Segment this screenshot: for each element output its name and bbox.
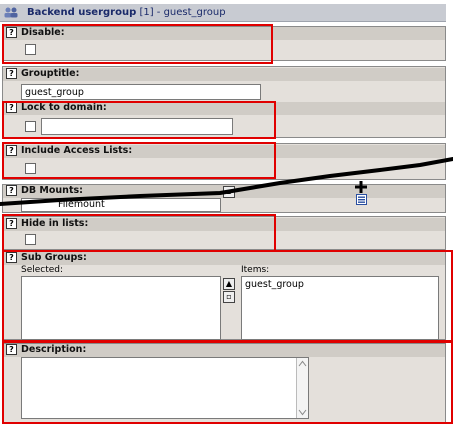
- selected-label: Selected:: [21, 265, 64, 275]
- disable-label: Disable:: [21, 27, 65, 38]
- record-title: Backend usergroup [1] - guest_group: [27, 7, 226, 18]
- include-access-lists-section: ? Include Access Lists:: [2, 143, 446, 180]
- lock-to-domain-header: ? Lock to domain:: [3, 102, 445, 115]
- scroll-down-icon[interactable]: [298, 409, 307, 416]
- help-icon[interactable]: ?: [6, 344, 17, 355]
- include-access-lists-header: ? Include Access Lists:: [3, 145, 445, 158]
- lock-to-domain-label: Lock to domain:: [21, 102, 107, 113]
- usergroup-icon: [4, 7, 18, 18]
- hide-in-lists-checkbox[interactable]: [25, 234, 36, 245]
- description-label: Description:: [21, 344, 87, 355]
- move-to-top-icon[interactable]: ▲: [223, 278, 235, 290]
- lock-to-domain-checkbox[interactable]: [25, 121, 36, 132]
- add-icon[interactable]: [355, 181, 367, 193]
- help-icon[interactable]: ?: [6, 27, 17, 38]
- include-access-lists-label: Include Access Lists:: [21, 145, 133, 156]
- grouptitle-label: Grouptitle:: [21, 68, 80, 79]
- help-icon[interactable]: ?: [6, 185, 17, 196]
- trash-icon[interactable]: ▫: [223, 186, 235, 198]
- record-title-bar: Backend usergroup [1] - guest_group: [0, 4, 446, 22]
- selected-groups-list[interactable]: [21, 276, 221, 340]
- description-scrollbar[interactable]: [296, 358, 308, 418]
- disable-header: ? Disable:: [3, 27, 445, 40]
- help-icon[interactable]: ?: [6, 145, 17, 156]
- include-access-lists-checkbox[interactable]: [25, 163, 36, 174]
- description-header: ? Description:: [3, 344, 445, 357]
- sub-groups-label: Sub Groups:: [21, 252, 87, 263]
- available-items-list[interactable]: guest_group: [241, 276, 439, 340]
- help-icon[interactable]: ?: [6, 218, 17, 229]
- trash-icon[interactable]: ▫: [223, 291, 235, 303]
- disable-section: ? Disable:: [2, 26, 446, 61]
- list-item[interactable]: guest_group: [245, 279, 435, 290]
- hide-in-lists-label: Hide in lists:: [21, 218, 89, 229]
- help-icon[interactable]: ?: [6, 102, 17, 113]
- scroll-up-icon[interactable]: [298, 360, 307, 367]
- items-label: Items:: [241, 265, 270, 275]
- grouptitle-section: ? Grouptitle: ? Lock to domain:: [2, 66, 446, 138]
- lock-to-domain-input[interactable]: [41, 118, 233, 135]
- db-mounts-item: Filemount: [58, 199, 105, 210]
- help-icon[interactable]: ?: [6, 252, 17, 263]
- sub-groups-section: ? Sub Groups: Selected: Items: ▲ ▫ guest…: [2, 251, 446, 340]
- db-mounts-label: DB Mounts:: [21, 185, 83, 196]
- db-mounts-list[interactable]: Filemount: [21, 198, 221, 212]
- sub-groups-header: ? Sub Groups:: [3, 252, 445, 265]
- description-textarea[interactable]: [21, 357, 309, 419]
- browse-records-icon[interactable]: [356, 194, 367, 205]
- db-mounts-section: ? DB Mounts: Filemount ▫: [2, 181, 446, 213]
- help-icon[interactable]: ?: [6, 68, 17, 79]
- description-section: ? Description:: [2, 343, 446, 424]
- hide-in-lists-section: ? Hide in lists:: [2, 216, 446, 250]
- disable-checkbox[interactable]: [25, 44, 36, 55]
- grouptitle-header: ? Grouptitle:: [3, 68, 445, 81]
- hide-in-lists-header: ? Hide in lists:: [3, 218, 445, 231]
- grouptitle-input[interactable]: [21, 84, 261, 100]
